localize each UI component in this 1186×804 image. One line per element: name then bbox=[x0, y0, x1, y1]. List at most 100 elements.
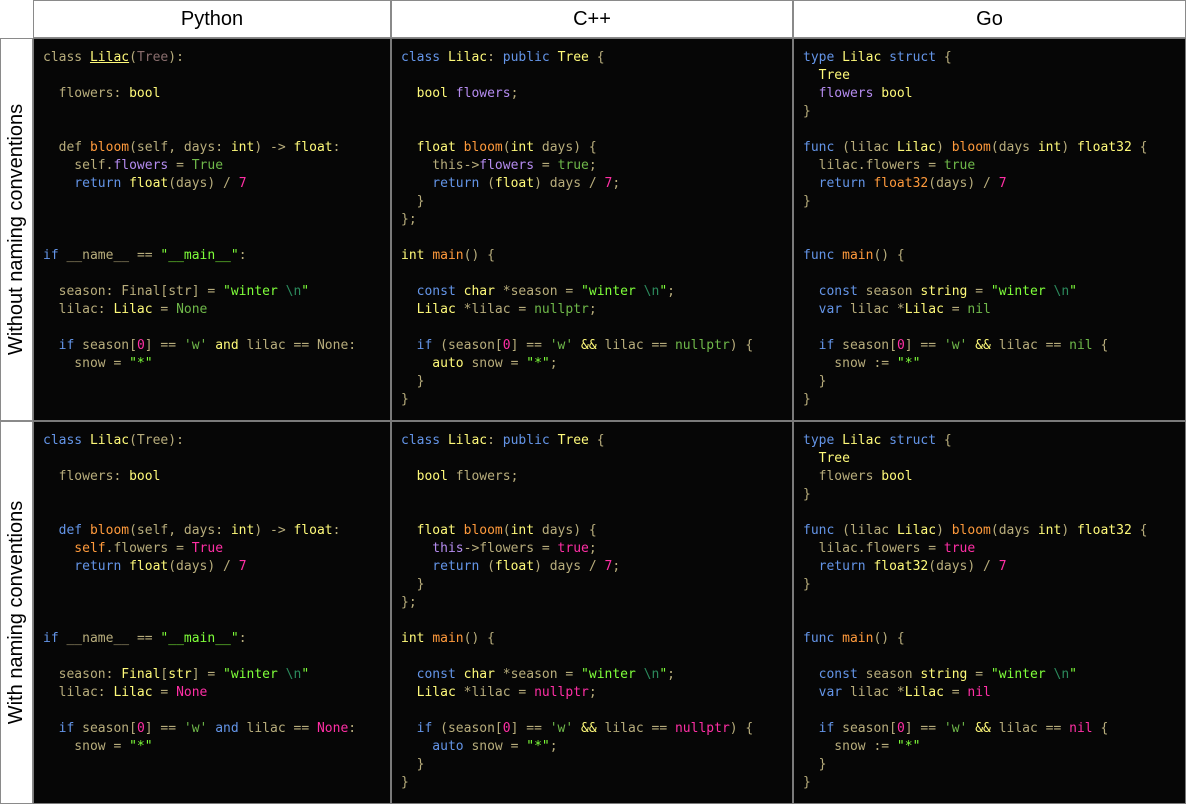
header-python: Python bbox=[33, 0, 391, 38]
code-token: ; bbox=[588, 158, 597, 173]
cell-python-without: class Lilac(Tree): flowers: bool def blo… bbox=[33, 38, 391, 421]
code-token: : bbox=[332, 523, 341, 538]
code-token: const bbox=[401, 667, 464, 682]
code-token: nullptr bbox=[534, 302, 589, 317]
code-token: func bbox=[803, 523, 843, 538]
code-line: flowers: bool bbox=[43, 468, 356, 486]
code-token: Lilac bbox=[904, 302, 944, 317]
code-token: 'w' bbox=[183, 338, 208, 353]
code-line: if season[0] == 'w' && lilac == nil { bbox=[803, 337, 1147, 355]
code-token: " bbox=[659, 284, 668, 299]
code-token: " bbox=[659, 667, 668, 682]
code-line: season: Final[str] = "winter \n" bbox=[43, 666, 356, 684]
code-line: if season[0] == 'w' and lilac == None: bbox=[43, 337, 356, 355]
code-token: "*" bbox=[129, 356, 153, 371]
code-token: string bbox=[920, 284, 976, 299]
code-line: if (season[0] == 'w' && lilac == nullptr… bbox=[401, 337, 754, 355]
code-token: None bbox=[316, 721, 349, 736]
code-token: ; bbox=[588, 302, 597, 317]
code-token: = bbox=[152, 685, 177, 700]
code-token: public bbox=[502, 50, 558, 65]
code-token: = bbox=[943, 685, 968, 700]
code-token: season[ bbox=[842, 721, 897, 736]
code-token: () { bbox=[463, 631, 495, 646]
code-line: } bbox=[803, 774, 1147, 792]
code-token: : bbox=[238, 248, 247, 263]
code-token: true bbox=[557, 158, 589, 173]
code-token: str bbox=[168, 667, 192, 682]
code-line: float bloom(int days) { bbox=[401, 139, 753, 157]
code-token: ) bbox=[936, 140, 952, 155]
code-token: ; bbox=[549, 739, 558, 754]
code-token: func bbox=[803, 631, 843, 646]
code-token: ( bbox=[487, 559, 495, 574]
code-token: (season[ bbox=[440, 721, 503, 736]
code-line: if __name__ == "__main__": bbox=[43, 630, 356, 648]
code-token: Lilac bbox=[447, 50, 488, 65]
code-token: flowers bbox=[113, 158, 169, 173]
code-line: if season[0] == 'w' && lilac == nil { bbox=[803, 720, 1147, 738]
code-token: flowers bbox=[455, 86, 511, 101]
code-token: 7 bbox=[238, 559, 247, 574]
header-go: Go bbox=[793, 0, 1186, 38]
code-token: return bbox=[803, 176, 874, 191]
code-token: ; bbox=[510, 86, 519, 101]
code-token: *season = bbox=[502, 667, 582, 682]
row-label-without: Without naming conventions bbox=[0, 38, 33, 421]
code-token: func bbox=[803, 140, 843, 155]
code-line: } bbox=[803, 756, 1147, 774]
code-token: struct bbox=[889, 433, 944, 448]
code-token: float32 bbox=[1076, 140, 1140, 155]
code-token: const bbox=[401, 284, 464, 299]
code-token: if bbox=[803, 338, 843, 353]
code-token: { bbox=[943, 433, 952, 448]
code-token: \n bbox=[1053, 284, 1070, 299]
code-token: (days) / bbox=[168, 559, 239, 574]
code-token: (self, days: bbox=[129, 140, 231, 155]
code-line: type Lilac struct { bbox=[803, 432, 1147, 450]
code-line: class Lilac: public Tree { bbox=[401, 49, 753, 67]
code-token: nullptr bbox=[674, 338, 730, 353]
code-line: class Lilac(Tree): bbox=[43, 432, 356, 450]
code-line: self.flowers = True bbox=[43, 540, 356, 558]
code-token: nil bbox=[1069, 338, 1101, 353]
code-token: } bbox=[401, 775, 409, 790]
code-token: days) { bbox=[541, 523, 597, 538]
row-label-without-text: Without naming conventions bbox=[5, 103, 27, 356]
code-token: season[ bbox=[82, 338, 137, 353]
code-token: True bbox=[191, 541, 224, 556]
code-token: const bbox=[803, 284, 866, 299]
code-token: 0 bbox=[896, 338, 905, 353]
code-token: const bbox=[803, 667, 866, 682]
code-token: } bbox=[803, 194, 811, 209]
header-cpp: C++ bbox=[391, 0, 793, 38]
code-token: flowers bbox=[803, 469, 882, 484]
code-token: return bbox=[43, 176, 130, 191]
code-line: func main() { bbox=[803, 247, 1147, 265]
code-token: nil bbox=[967, 302, 991, 317]
code-line: season: Final[str] = "winter \n" bbox=[43, 283, 356, 301]
code-token: Tree bbox=[803, 451, 850, 466]
code-block: type Lilac struct { Tree flowers bool} f… bbox=[803, 432, 1147, 792]
code-token: Tree bbox=[557, 50, 589, 65]
code-token: bool bbox=[129, 469, 161, 484]
code-token: = bbox=[943, 302, 968, 317]
code-token: (days bbox=[990, 523, 1038, 538]
code-token: bool bbox=[881, 469, 913, 484]
code-token: ] = bbox=[191, 667, 224, 682]
code-token: ( bbox=[487, 176, 495, 191]
code-line: } bbox=[803, 373, 1147, 391]
code-line: } bbox=[401, 576, 753, 594]
row-label-with: With naming conventions bbox=[0, 421, 33, 804]
